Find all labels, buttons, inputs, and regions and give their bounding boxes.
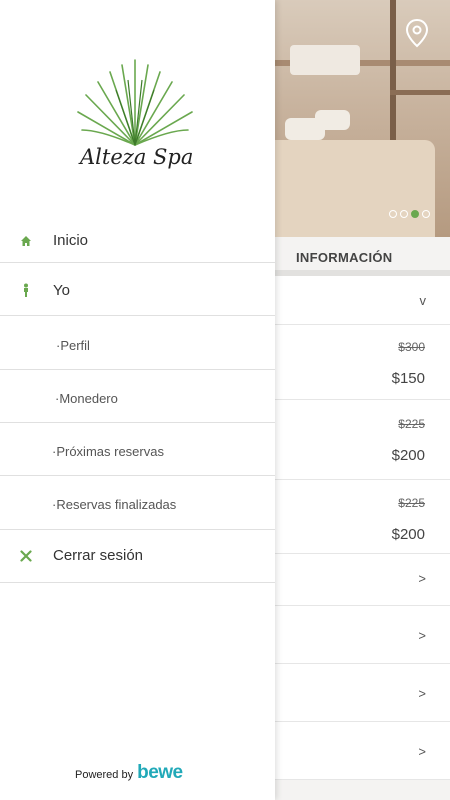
bewe-logo: bewe <box>137 762 183 783</box>
menu-item-perfil[interactable]: ·Perfil <box>0 316 275 370</box>
chevron-down-icon: v <box>419 293 427 308</box>
old-price: $225 <box>398 417 425 431</box>
menu-item-reservas-finalizadas[interactable]: ·Reservas finalizadas <box>0 476 275 530</box>
menu-item-label: ·Próximas reservas <box>52 444 164 459</box>
new-price: $150 <box>391 370 425 387</box>
chevron-right-icon: > <box>418 744 426 759</box>
menu-item-label: ·Reservas finalizadas <box>52 497 177 512</box>
powered-by-text: Powered by <box>75 769 134 781</box>
spa-photo[interactable] <box>275 0 450 237</box>
navigation-drawer: Alteza Spa Inicio Yo ·Perfil ·Monedero ·… <box>0 0 275 800</box>
chevron-right-icon: > <box>418 628 426 643</box>
menu-item-inicio[interactable]: Inicio <box>0 218 275 263</box>
close-icon <box>19 549 33 563</box>
menu-item-proximas-reservas[interactable]: ·Próximas reservas <box>0 423 275 476</box>
carousel-indicator[interactable] <box>389 210 430 218</box>
new-price: $200 <box>391 526 425 543</box>
chevron-right-icon: > <box>418 571 426 586</box>
menu-item-monedero[interactable]: ·Monedero <box>0 370 275 423</box>
menu-item-label: ·Monedero <box>55 391 118 406</box>
old-price: $300 <box>398 340 425 354</box>
menu-item-label: ·Perfil <box>56 338 90 353</box>
menu-item-label: Yo <box>53 282 70 299</box>
old-price: $225 <box>398 496 425 510</box>
location-pin-icon[interactable] <box>404 18 430 48</box>
carousel-dot[interactable] <box>422 210 430 218</box>
menu-item-label: Cerrar sesión <box>53 547 144 564</box>
menu-item-cerrar-sesion[interactable]: Cerrar sesión <box>0 530 275 583</box>
service-row[interactable]: $300 $150 <box>275 325 450 400</box>
logo-text: Alteza Spa <box>80 145 194 169</box>
section-title: INFORMACIÓN <box>296 250 393 265</box>
menu-item-label: Inicio <box>53 232 89 249</box>
background-content: INFORMACIÓN v $300 $150 $225 $200 $225 $… <box>275 0 450 800</box>
carousel-dot-active[interactable] <box>411 210 419 218</box>
person-icon <box>19 283 33 297</box>
powered-by: Powered by bewe <box>75 762 183 784</box>
list-row[interactable]: > <box>275 722 450 780</box>
service-row[interactable]: $225 $200 <box>275 400 450 480</box>
new-price: $200 <box>391 447 425 464</box>
menu-item-yo[interactable]: Yo <box>0 263 275 316</box>
list-row[interactable]: > <box>275 606 450 664</box>
chevron-right-icon: > <box>418 686 426 701</box>
list-row[interactable]: > <box>275 554 450 606</box>
home-icon <box>19 234 33 248</box>
info-dropdown[interactable]: v <box>275 276 450 325</box>
list-row[interactable]: > <box>275 664 450 722</box>
service-row[interactable]: $225 $200 <box>275 480 450 554</box>
carousel-dot[interactable] <box>389 210 397 218</box>
carousel-dot[interactable] <box>400 210 408 218</box>
